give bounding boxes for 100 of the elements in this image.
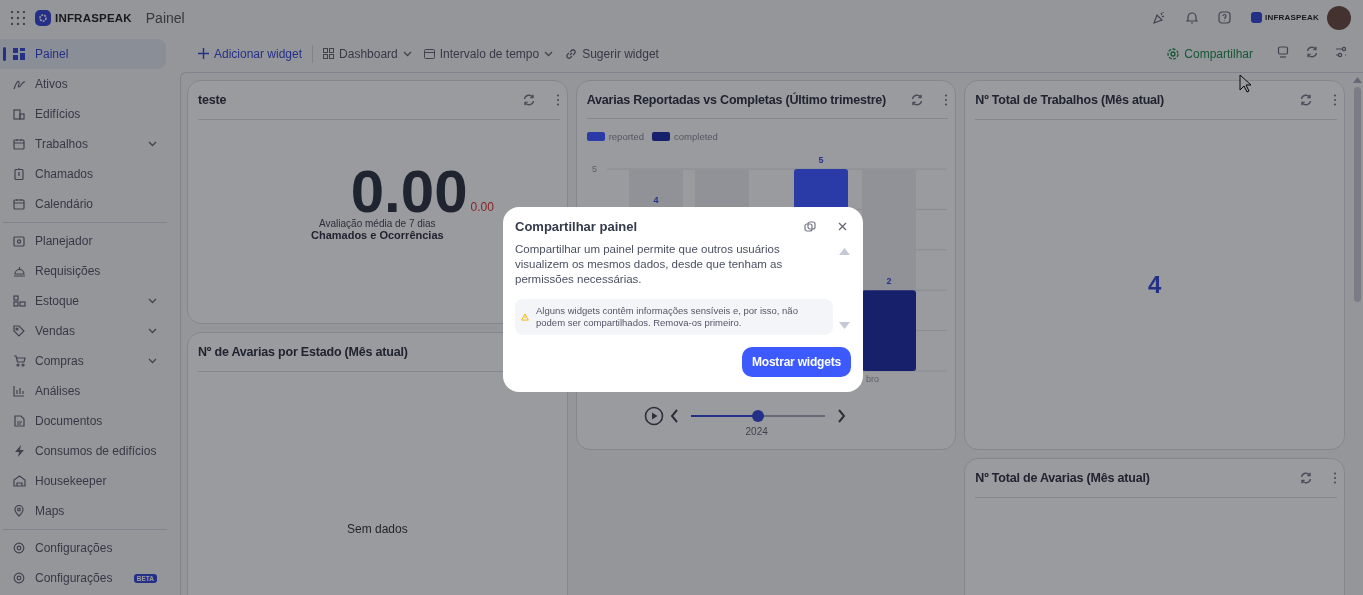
plus-icon xyxy=(198,48,209,59)
refresh-icon[interactable] xyxy=(1305,45,1319,59)
location-pin-icon xyxy=(14,505,24,517)
filter-sliders-icon[interactable] xyxy=(1335,46,1347,58)
widget-title: teste xyxy=(198,93,228,107)
scroll-down-arrow-icon[interactable] xyxy=(839,322,850,329)
legend-label: reported xyxy=(608,131,645,142)
widget-title: Nº de Avarias por Estado (Mês atual) xyxy=(198,345,409,359)
sidebar-item[interactable]: Compras xyxy=(0,346,166,376)
year-slider[interactable] xyxy=(690,409,825,423)
sidebar-item[interactable]: Edifícios xyxy=(0,99,166,129)
sidebar-item[interactable]: Ativos xyxy=(0,69,166,99)
sidebar-item[interactable]: Trabalhos xyxy=(0,129,166,159)
sidebar-item[interactable]: Estoque xyxy=(0,286,166,316)
dialog-title: Compartilhar painel xyxy=(515,219,639,234)
dashboard-icon xyxy=(13,48,25,60)
scroll-up-arrow-icon[interactable] xyxy=(1353,77,1362,83)
chevron-down-icon xyxy=(402,50,412,57)
sidebar-item[interactable]: Consumos de edifícios xyxy=(0,436,166,466)
more-options-icon[interactable] xyxy=(555,94,560,106)
party-popper-icon[interactable] xyxy=(1152,10,1166,25)
refresh-icon[interactable] xyxy=(1299,93,1313,107)
widget-title: Nº Total de Trabalhos (Mês atual) xyxy=(975,93,1166,107)
chevron-down-icon xyxy=(544,50,554,57)
document-icon xyxy=(13,415,25,427)
sidebar-item[interactable]: Documentos xyxy=(0,406,166,436)
sidebar-item[interactable]: Calendário xyxy=(0,189,166,219)
settings-icon xyxy=(13,572,25,584)
chevron-down-icon xyxy=(148,298,157,304)
refresh-icon[interactable] xyxy=(521,93,536,107)
more-options-icon[interactable] xyxy=(1333,94,1337,106)
sidebar-item[interactable]: Planejador xyxy=(0,226,166,256)
time-range-dropdown[interactable]: Intervalo de tempo xyxy=(417,42,560,65)
rating-value: 0.00 xyxy=(350,166,468,218)
stock-icon xyxy=(12,295,26,307)
user-avatar[interactable] xyxy=(1327,5,1351,30)
building-icon xyxy=(13,108,25,120)
sidebar-item[interactable]: Vendas xyxy=(0,316,166,346)
play-icon[interactable] xyxy=(643,406,664,426)
warning-notice: Alguns widgets contêm informações sensíveis e, por isso, não podem ser compartilhados. Remova-os primeiro. xyxy=(515,299,833,335)
sidebar-item[interactable]: Configurações xyxy=(0,533,166,563)
no-data-message: Sem dados xyxy=(346,522,408,536)
link-icon xyxy=(565,47,578,60)
sidebar-item[interactable]: Chamados xyxy=(0,159,166,189)
refresh-icon[interactable] xyxy=(910,92,925,107)
more-options-icon[interactable] xyxy=(1333,472,1337,484)
dashboard-dropdown[interactable]: Dashboard xyxy=(317,42,418,65)
calendar-icon xyxy=(13,198,25,210)
logo-icon xyxy=(1251,12,1262,23)
bar-value-label: 4 xyxy=(653,195,659,206)
show-widgets-button[interactable]: Mostrar widgets xyxy=(741,347,851,377)
bar-value-label: 2 xyxy=(886,276,892,287)
year-label: 2024 xyxy=(745,426,768,437)
cart-icon xyxy=(12,355,26,367)
layout-grid-icon xyxy=(323,48,335,59)
suggest-widget-button[interactable]: Sugerir widget xyxy=(559,42,665,65)
sidebar-item[interactable]: Maps xyxy=(0,496,166,526)
refresh-icon[interactable] xyxy=(1299,471,1313,485)
clipboard-icon xyxy=(13,168,25,180)
legend-label: completed xyxy=(674,131,718,142)
monitor-icon[interactable] xyxy=(1277,46,1289,58)
rating-caption: Avaliação média de 7 dias xyxy=(319,218,436,229)
bar-chart-icon xyxy=(13,385,25,397)
rating-delta: 0.00 xyxy=(470,200,494,214)
calendar-icon xyxy=(423,48,435,59)
add-widget-button[interactable]: Adicionar widget xyxy=(192,42,309,65)
widget-title: Nº Total de Avarias (Mês atual) xyxy=(975,471,1151,485)
axis-tick-label: 5 xyxy=(591,164,597,174)
brand-name: INFRASPEAK xyxy=(55,11,132,24)
sidebar-item[interactable]: Painel xyxy=(0,39,166,69)
bar-value-label: 5 xyxy=(818,155,824,165)
logo-icon xyxy=(35,9,51,26)
account-brand: INFRASPEAK xyxy=(1265,13,1319,22)
warning-icon xyxy=(521,311,529,323)
tag-icon xyxy=(13,325,25,337)
bell-counter-icon xyxy=(12,265,26,277)
calendar-icon xyxy=(13,138,25,150)
total-count: 4 xyxy=(1147,270,1162,299)
sidebar-item[interactable]: Análises xyxy=(0,376,166,406)
sidebar-item[interactable]: Requisições xyxy=(0,256,166,286)
house-icon xyxy=(12,475,26,487)
lightning-icon xyxy=(13,445,25,457)
asset-icon xyxy=(12,78,26,90)
settings-icon xyxy=(13,542,25,554)
share-button[interactable]: Compartilhar xyxy=(1161,42,1259,65)
link-icon[interactable] xyxy=(804,220,816,233)
globe-icon xyxy=(1167,47,1180,60)
rating-subtitle: Chamados e Ocorrências xyxy=(311,229,444,241)
help-icon[interactable] xyxy=(1218,11,1231,24)
scroll-up-arrow-icon[interactable] xyxy=(839,248,850,255)
apps-grid-icon[interactable] xyxy=(11,10,25,25)
sidebar-item[interactable]: Housekeeper xyxy=(0,466,166,496)
widget-title: Avarias Reportadas vs Completas (Último trimestre) xyxy=(586,92,887,107)
more-options-icon[interactable] xyxy=(944,93,949,106)
notification-bell-icon[interactable] xyxy=(1186,11,1198,24)
close-icon[interactable] xyxy=(838,222,847,231)
chevron-down-icon xyxy=(148,358,157,364)
dialog-description: Compartilhar um painel permite que outros usuários visualizem os mesmos dados, desde que tenham as permissões necessárias. xyxy=(515,242,784,287)
planner-icon xyxy=(13,235,25,247)
chevron-down-icon xyxy=(148,141,157,147)
